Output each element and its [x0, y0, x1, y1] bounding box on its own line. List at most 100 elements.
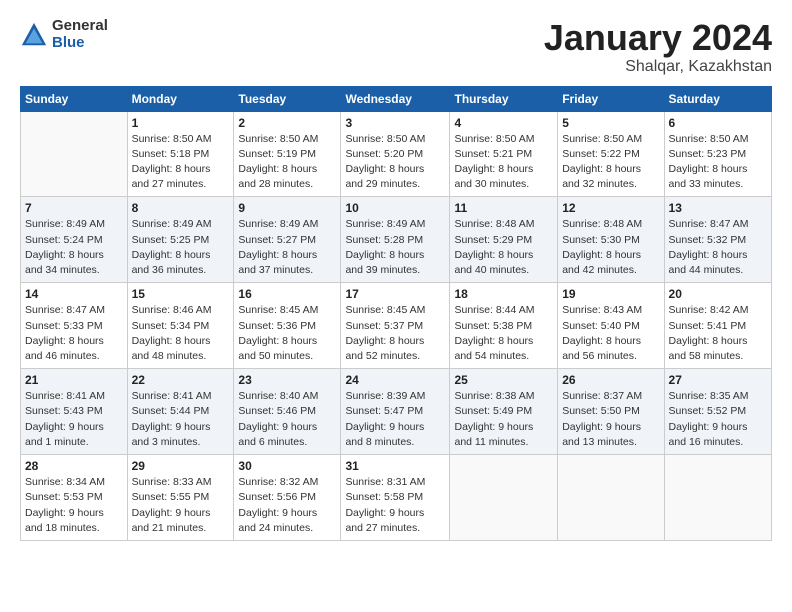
day-number: 16: [238, 287, 336, 301]
days-header-row: SundayMondayTuesdayWednesdayThursdayFrid…: [21, 86, 772, 111]
calendar-location: Shalqar, Kazakhstan: [544, 58, 772, 76]
page: General Blue January 2024 Shalqar, Kazak…: [0, 0, 792, 551]
day-info: Sunrise: 8:32 AM Sunset: 5:56 PM Dayligh…: [238, 475, 336, 536]
logo: General Blue: [20, 18, 108, 51]
calendar-week-2: 7 Sunrise: 8:49 AM Sunset: 5:24 PM Daylig…: [21, 197, 772, 283]
day-info: Sunrise: 8:42 AM Sunset: 5:41 PM Dayligh…: [669, 303, 767, 364]
day-info: Sunrise: 8:37 AM Sunset: 5:50 PM Dayligh…: [562, 389, 659, 450]
day-header-tuesday: Tuesday: [234, 86, 341, 111]
day-info: Sunrise: 8:45 AM Sunset: 5:36 PM Dayligh…: [238, 303, 336, 364]
calendar-cell: [21, 111, 128, 197]
day-info: Sunrise: 8:50 AM Sunset: 5:23 PM Dayligh…: [669, 132, 767, 193]
calendar-cell: 22Sunrise: 8:41 AM Sunset: 5:44 PM Dayli…: [127, 369, 234, 455]
day-number: 10: [345, 201, 445, 215]
day-number: 18: [454, 287, 553, 301]
calendar-cell: 7 Sunrise: 8:49 AM Sunset: 5:24 PM Daylig…: [21, 197, 128, 283]
day-info: Sunrise: 8:39 AM Sunset: 5:47 PM Dayligh…: [345, 389, 445, 450]
day-number: 2: [238, 116, 336, 130]
calendar-cell: 26 Sunrise: 8:37 AM Sunset: 5:50 PM Dayli…: [558, 369, 664, 455]
calendar-week-3: 14 Sunrise: 8:47 AM Sunset: 5:33 PM Dayli…: [21, 283, 772, 369]
day-header-friday: Friday: [558, 86, 664, 111]
calendar-cell: 4 Sunrise: 8:50 AM Sunset: 5:21 PM Daylig…: [450, 111, 558, 197]
calendar-cell: 6Sunrise: 8:50 AM Sunset: 5:23 PM Daylig…: [664, 111, 771, 197]
day-number: 9: [238, 201, 336, 215]
calendar-cell: 1 Sunrise: 8:50 AM Sunset: 5:18 PM Daylig…: [127, 111, 234, 197]
day-number: 30: [238, 459, 336, 473]
day-number: 14: [25, 287, 123, 301]
day-number: 29: [132, 459, 230, 473]
day-info: Sunrise: 8:34 AM Sunset: 5:53 PM Dayligh…: [25, 475, 123, 536]
day-number: 4: [454, 116, 553, 130]
day-number: 28: [25, 459, 123, 473]
day-info: Sunrise: 8:50 AM Sunset: 5:18 PM Dayligh…: [132, 132, 230, 193]
calendar-cell: 23 Sunrise: 8:40 AM Sunset: 5:46 PM Dayli…: [234, 369, 341, 455]
day-number: 31: [345, 459, 445, 473]
day-header-saturday: Saturday: [664, 86, 771, 111]
calendar-table: SundayMondayTuesdayWednesdayThursdayFrid…: [20, 86, 772, 541]
day-info: Sunrise: 8:44 AM Sunset: 5:38 PM Dayligh…: [454, 303, 553, 364]
calendar-cell: 31 Sunrise: 8:31 AM Sunset: 5:58 PM Dayli…: [341, 455, 450, 541]
day-number: 19: [562, 287, 659, 301]
day-number: 1: [132, 116, 230, 130]
title-block: January 2024 Shalqar, Kazakhstan: [544, 18, 772, 76]
day-number: 24: [345, 373, 445, 387]
day-number: 13: [669, 201, 767, 215]
day-info: Sunrise: 8:47 AM Sunset: 5:32 PM Dayligh…: [669, 217, 767, 278]
calendar-cell: 3Sunrise: 8:50 AM Sunset: 5:20 PM Daylig…: [341, 111, 450, 197]
calendar-cell: [664, 455, 771, 541]
day-info: Sunrise: 8:43 AM Sunset: 5:40 PM Dayligh…: [562, 303, 659, 364]
day-info: Sunrise: 8:35 AM Sunset: 5:52 PM Dayligh…: [669, 389, 767, 450]
day-info: Sunrise: 8:50 AM Sunset: 5:19 PM Dayligh…: [238, 132, 336, 193]
header: General Blue January 2024 Shalqar, Kazak…: [20, 18, 772, 76]
day-number: 26: [562, 373, 659, 387]
day-info: Sunrise: 8:31 AM Sunset: 5:58 PM Dayligh…: [345, 475, 445, 536]
calendar-cell: 12Sunrise: 8:48 AM Sunset: 5:30 PM Dayli…: [558, 197, 664, 283]
day-info: Sunrise: 8:41 AM Sunset: 5:43 PM Dayligh…: [25, 389, 123, 450]
calendar-cell: 28 Sunrise: 8:34 AM Sunset: 5:53 PM Dayli…: [21, 455, 128, 541]
day-info: Sunrise: 8:49 AM Sunset: 5:24 PM Dayligh…: [25, 217, 123, 278]
day-info: Sunrise: 8:50 AM Sunset: 5:22 PM Dayligh…: [562, 132, 659, 193]
calendar-cell: 15 Sunrise: 8:46 AM Sunset: 5:34 PM Dayli…: [127, 283, 234, 369]
day-number: 17: [345, 287, 445, 301]
day-number: 23: [238, 373, 336, 387]
calendar-cell: 25Sunrise: 8:38 AM Sunset: 5:49 PM Dayli…: [450, 369, 558, 455]
day-info: Sunrise: 8:46 AM Sunset: 5:34 PM Dayligh…: [132, 303, 230, 364]
day-number: 25: [454, 373, 553, 387]
day-info: Sunrise: 8:48 AM Sunset: 5:29 PM Dayligh…: [454, 217, 553, 278]
day-number: 5: [562, 116, 659, 130]
calendar-title: January 2024: [544, 18, 772, 58]
day-info: Sunrise: 8:49 AM Sunset: 5:27 PM Dayligh…: [238, 217, 336, 278]
day-info: Sunrise: 8:48 AM Sunset: 5:30 PM Dayligh…: [562, 217, 659, 278]
logo-icon: [20, 21, 48, 49]
logo-text: General Blue: [52, 18, 108, 51]
day-info: Sunrise: 8:49 AM Sunset: 5:25 PM Dayligh…: [132, 217, 230, 278]
calendar-cell: 9 Sunrise: 8:49 AM Sunset: 5:27 PM Daylig…: [234, 197, 341, 283]
day-number: 8: [132, 201, 230, 215]
day-number: 11: [454, 201, 553, 215]
calendar-cell: [558, 455, 664, 541]
day-info: Sunrise: 8:33 AM Sunset: 5:55 PM Dayligh…: [132, 475, 230, 536]
day-info: Sunrise: 8:50 AM Sunset: 5:21 PM Dayligh…: [454, 132, 553, 193]
calendar-cell: 17Sunrise: 8:45 AM Sunset: 5:37 PM Dayli…: [341, 283, 450, 369]
calendar-cell: 20 Sunrise: 8:42 AM Sunset: 5:41 PM Dayli…: [664, 283, 771, 369]
day-number: 22: [132, 373, 230, 387]
calendar-cell: 27 Sunrise: 8:35 AM Sunset: 5:52 PM Dayli…: [664, 369, 771, 455]
calendar-cell: 2 Sunrise: 8:50 AM Sunset: 5:19 PM Daylig…: [234, 111, 341, 197]
day-info: Sunrise: 8:40 AM Sunset: 5:46 PM Dayligh…: [238, 389, 336, 450]
day-number: 7: [25, 201, 123, 215]
day-info: Sunrise: 8:49 AM Sunset: 5:28 PM Dayligh…: [345, 217, 445, 278]
calendar-cell: 14 Sunrise: 8:47 AM Sunset: 5:33 PM Dayli…: [21, 283, 128, 369]
day-number: 27: [669, 373, 767, 387]
calendar-cell: 13 Sunrise: 8:47 AM Sunset: 5:32 PM Dayli…: [664, 197, 771, 283]
day-number: 15: [132, 287, 230, 301]
calendar-cell: 21Sunrise: 8:41 AM Sunset: 5:43 PM Dayli…: [21, 369, 128, 455]
calendar-cell: 8 Sunrise: 8:49 AM Sunset: 5:25 PM Daylig…: [127, 197, 234, 283]
day-number: 20: [669, 287, 767, 301]
calendar-week-5: 28 Sunrise: 8:34 AM Sunset: 5:53 PM Dayli…: [21, 455, 772, 541]
calendar-cell: 29 Sunrise: 8:33 AM Sunset: 5:55 PM Dayli…: [127, 455, 234, 541]
day-number: 3: [345, 116, 445, 130]
day-header-sunday: Sunday: [21, 86, 128, 111]
calendar-cell: 18 Sunrise: 8:44 AM Sunset: 5:38 PM Dayli…: [450, 283, 558, 369]
calendar-cell: 11 Sunrise: 8:48 AM Sunset: 5:29 PM Dayli…: [450, 197, 558, 283]
day-info: Sunrise: 8:47 AM Sunset: 5:33 PM Dayligh…: [25, 303, 123, 364]
